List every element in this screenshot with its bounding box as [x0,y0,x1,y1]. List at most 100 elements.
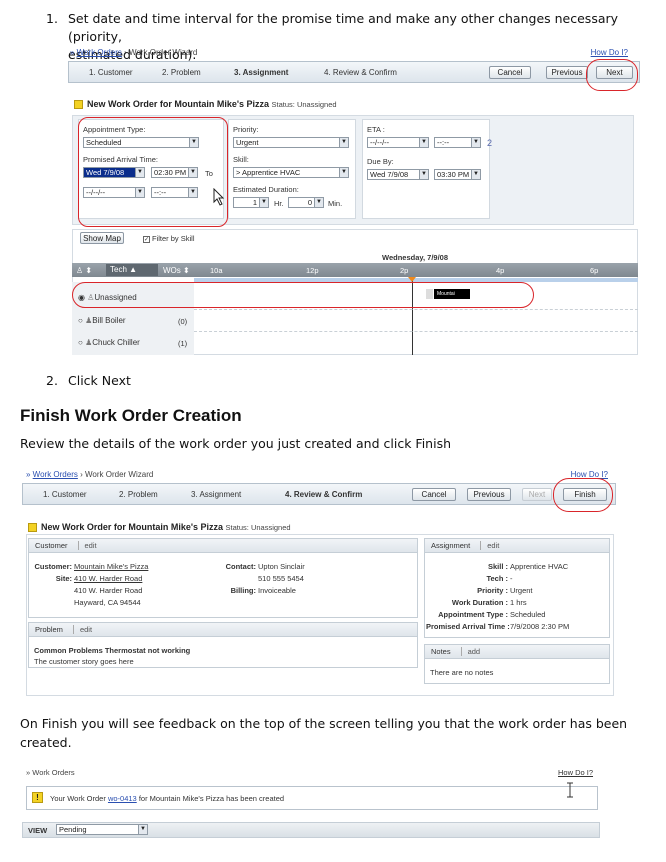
problem-edit-link[interactable]: edit [72,625,93,634]
work-order-title: New Work Order for Mountain Mike's Pizza… [28,522,291,533]
screenshot-assignment: » Work Orders › Work Order Wizard How Do… [68,45,640,355]
tech-column-header[interactable]: Tech ▲ [106,264,158,276]
due-time-select[interactable]: 03:30 PM ▼ [434,169,481,180]
breadcrumb: » Work Orders › Work Order Wizard [70,48,198,57]
customer-panel-title: Customer [35,541,68,550]
appointment-highlight-ring [78,117,228,227]
step2-number: 2. [46,373,58,388]
show-map-button[interactable]: Show Map [80,232,124,244]
wizard-steps-bar: 1. Customer 2. Problem 3. Assignment 4. … [68,61,640,83]
step1-number: 1. [46,11,58,26]
chevron-down-icon: ▼ [138,825,147,834]
radio-icon[interactable]: ○ [78,316,83,325]
chevron-down-icon: ▼ [471,170,480,179]
due-date-select[interactable]: Wed 7/9/08 ▼ [367,169,429,180]
how-do-i-link[interactable]: How Do I? [558,768,593,777]
assign-type-value: Scheduled [510,610,546,619]
wizard-step-customer[interactable]: 1. Customer [43,490,87,499]
wos-column-label: WOs [163,266,181,275]
priority-label: Priority: [233,125,259,134]
wizard-step-review[interactable]: 4. Review & Confirm [285,490,362,499]
cancel-button[interactable]: Cancel [412,488,456,501]
duration-minutes-value: 0 [307,198,312,207]
cancel-button[interactable]: Cancel [489,66,531,79]
duration-hours-select[interactable]: 1 ▼ [233,197,269,208]
next-button: Next [522,488,552,501]
wizard-step-assignment[interactable]: 3. Assignment [191,490,241,499]
chevron-down-icon: ▼ [259,198,268,207]
screenshot-review: » Work Orders › Work Order Wizard How Do… [22,466,616,698]
view-select[interactable]: Pending ▼ [56,824,148,835]
hours-unit: Hr. [274,199,284,208]
tech-row-bill-boiler[interactable]: ○ ♟Bill Boiler [78,316,126,325]
site-link[interactable]: 410 W. Harder Road [74,574,142,583]
notes-panel: Notes add [424,644,610,684]
previous-button[interactable]: Previous [467,488,511,501]
priority-value: Urgent [236,138,259,147]
chevron-down-icon: ▼ [471,138,480,147]
billing-value: Invoiceable [258,586,296,595]
section-heading: Finish Work Order Creation [20,406,242,425]
hour-label: 2p [400,266,409,275]
priority-select[interactable]: Urgent ▼ [233,137,349,148]
success-message: Your Work Order wo-0413 for Mountain Mik… [50,794,284,803]
due-date-value: Wed 7/9/08 [370,170,409,179]
breadcrumb-current: › Work Order Wizard [124,48,198,57]
due-by-label: Due By: [367,157,394,166]
wizard-step-problem[interactable]: 2. Problem [162,68,201,77]
customer-link[interactable]: Mountain Mike's Pizza [74,562,148,571]
person-sort-icon[interactable]: ♙ ⬍ [76,266,92,275]
hour-label: 10a [210,266,223,275]
screenshot-confirmation: » Work Orders How Do I? ! Your Work Orde… [22,764,610,860]
notes-add-link[interactable]: add [460,647,481,656]
address-line2: Hayward, CA 94544 [74,598,141,607]
text-cursor-icon [567,782,573,798]
eta-date-select[interactable]: --/--/-- ▼ [367,137,429,148]
wizard-step-review[interactable]: 4. Review & Confirm [324,68,397,77]
customer-edit-link[interactable]: edit [77,541,97,550]
finish-feedback-line1: On Finish you will see feedback on the t… [20,716,628,731]
status-text: Status: Unassigned [271,100,337,109]
contact-phone: 510 555 5454 [258,574,304,583]
assign-promised-value: 7/9/2008 2:30 PM [510,622,570,631]
filter-by-skill-checkbox[interactable]: ✓ Filter by Skill [143,234,195,243]
assign-duration-value: 1 hrs [510,598,527,607]
wizard-step-problem[interactable]: 2. Problem [119,490,158,499]
duration-minutes-select[interactable]: 0 ▼ [288,197,324,208]
status-text: Status: Unassigned [225,523,291,532]
assign-skill-value: Apprentice HVAC [510,562,569,571]
breadcrumb-work-orders-link[interactable]: Work Orders [33,470,78,479]
minutes-unit: Min. [328,199,343,208]
wizard-step-assignment[interactable]: 3. Assignment [234,68,288,77]
work-order-title: New Work Order for Mountain Mike's Pizza… [74,99,337,110]
billing-label: Billing: [230,586,256,595]
skill-select[interactable]: > Apprentice HVAC ▼ [233,167,349,178]
assign-tech-value: - [510,574,513,583]
wizard-steps-bar: 1. Customer 2. Problem 3. Assignment 4. … [22,483,616,505]
work-order-link[interactable]: wo-0413 [108,794,137,803]
site-label: Site: [55,574,72,583]
step2-text: Click Next [68,373,131,388]
tech-row-chuck-chiller[interactable]: ○ ♟Chuck Chiller [78,338,140,347]
success-message-pre: Your Work Order [50,794,108,803]
finish-feedback-line2: created. [20,735,72,750]
radio-icon[interactable]: ○ [78,338,83,347]
warning-icon: ! [32,792,43,803]
assignment-edit-link[interactable]: edit [480,541,500,550]
how-do-i-link[interactable]: How Do I? [591,48,628,57]
step1-line1: Set date and time interval for the promi… [68,11,619,44]
eta-number: 2 [487,138,493,148]
problem-panel-title: Problem [35,625,63,634]
assign-priority-value: Urgent [510,586,533,595]
row-divider [194,331,638,332]
tech-wos-count: (0) [178,317,188,326]
wos-column-header[interactable]: WOs ⬍ [163,266,190,275]
breadcrumb-work-orders-link[interactable]: Work Orders [77,48,122,57]
wizard-step-customer[interactable]: 1. Customer [89,68,133,77]
eta-time-select[interactable]: --:-- ▼ [434,137,481,148]
tech-name: Bill Boiler [92,316,126,325]
notes-panel-header: Notes add [425,645,609,659]
problem-story: The customer story goes here [34,657,134,666]
eta-time-value: --:-- [437,138,450,147]
previous-button[interactable]: Previous [546,66,588,79]
